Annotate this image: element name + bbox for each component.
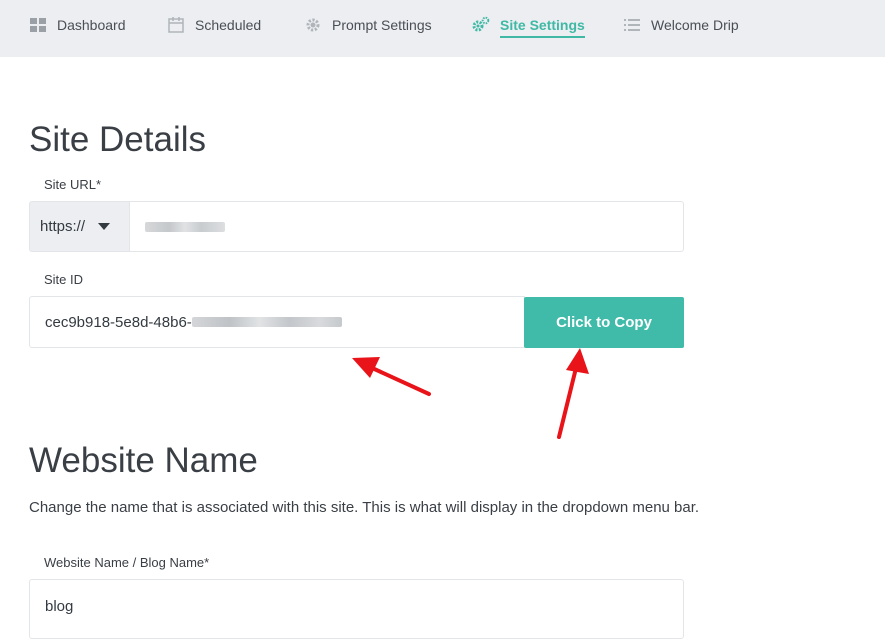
arrow-pointing-site-id [352,357,431,396]
gear-icon [304,16,322,34]
nav-label: Scheduled [195,17,262,33]
protocol-select[interactable]: https:// [29,201,129,252]
protocol-value: https:// [40,218,86,235]
nav-item-dashboard[interactable]: Dashboard [29,0,126,50]
top-navigation: Dashboard Scheduled Prompt Settings Site… [0,0,885,57]
site-id-field[interactable]: cec9b918-5e8d-48b6- [29,296,525,348]
arrow-pointing-copy-button [557,348,589,439]
redacted-site-id [191,317,342,327]
nav-label: Welcome Drip [651,17,739,33]
nav-item-prompt-settings[interactable]: Prompt Settings [304,0,432,50]
nav-label: Dashboard [57,17,126,33]
website-name-input[interactable]: blog [29,579,684,639]
website-name-heading: Website Name [29,441,258,480]
nav-item-scheduled[interactable]: Scheduled [167,0,261,50]
site-url-input[interactable] [129,201,684,252]
site-id-value: cec9b918-5e8d-48b6- [45,313,192,331]
website-name-description: Change the name that is associated with … [29,499,700,516]
nav-item-site-settings[interactable]: Site Settings [472,0,585,50]
redacted-url [145,222,225,232]
site-id-label: Site ID [44,272,84,287]
gears-icon [472,16,490,34]
caret-down-icon [98,223,111,230]
nav-label: Site Settings [500,17,585,38]
list-icon [623,16,641,34]
nav-item-welcome-drip[interactable]: Welcome Drip [623,0,739,50]
calendar-icon [167,16,185,34]
site-details-heading: Site Details [29,120,207,159]
grid-icon [29,16,47,34]
copy-site-id-button[interactable]: Click to Copy [524,297,684,348]
site-url-label: Site URL* [44,177,102,192]
nav-label: Prompt Settings [332,17,432,33]
website-name-label: Website Name / Blog Name* [44,555,210,570]
